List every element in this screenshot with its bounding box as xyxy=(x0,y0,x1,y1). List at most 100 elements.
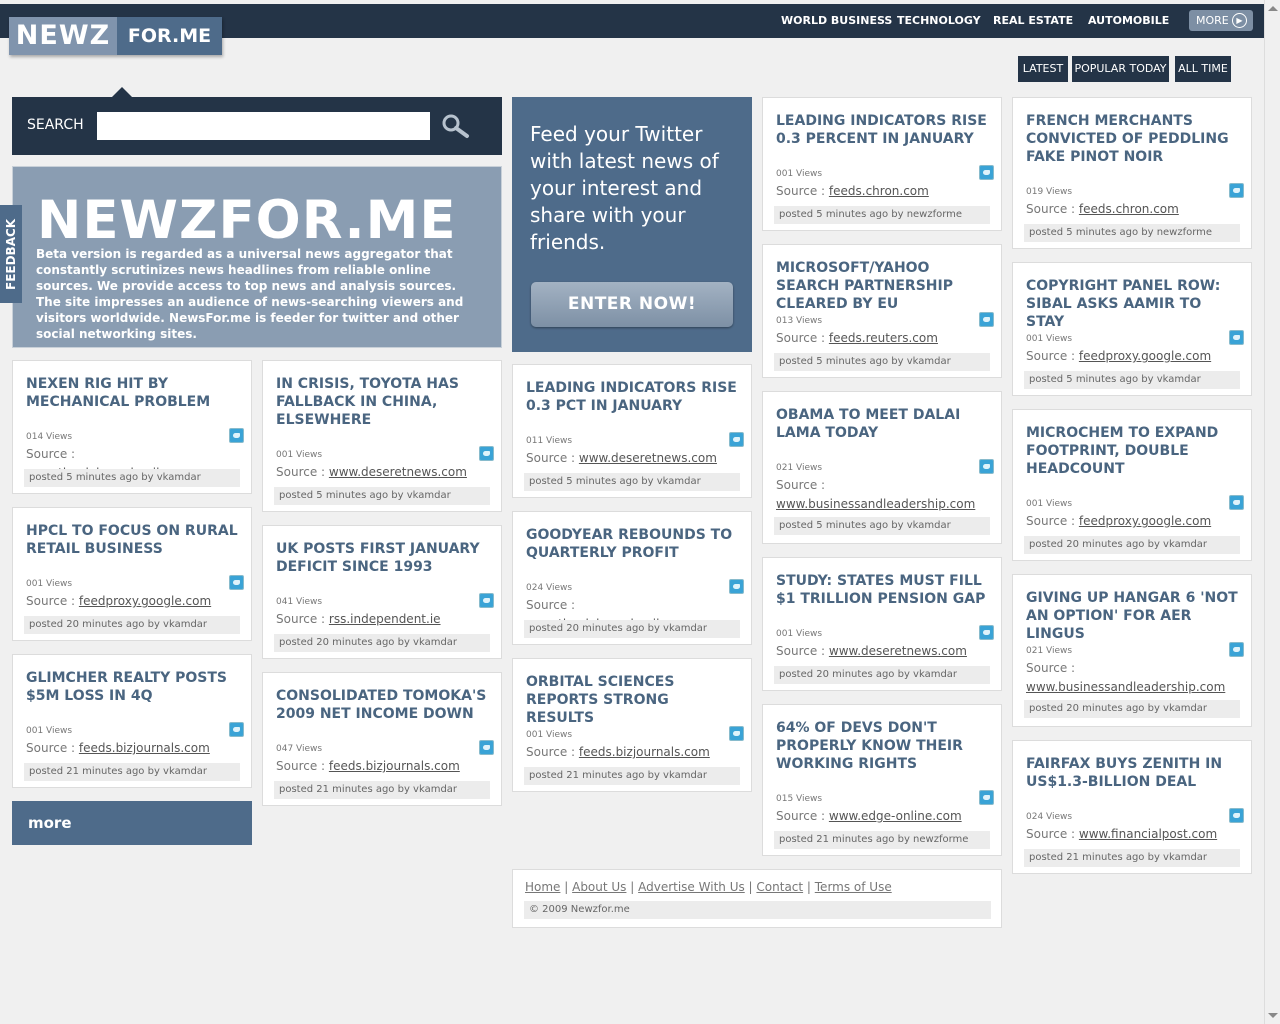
source-link[interactable]: feedproxy.google.com xyxy=(1079,349,1211,363)
news-title[interactable]: COPYRIGHT PANEL ROW: SIBAL ASKS AAMIR TO… xyxy=(1026,277,1238,331)
news-card: HPCL TO FOCUS ON RURAL RETAIL BUSINESS 00… xyxy=(12,507,252,641)
source-link[interactable]: feedproxy.google.com xyxy=(79,594,211,608)
news-title[interactable]: 64% OF DEVS DON'T PROPERLY KNOW THEIR WO… xyxy=(776,719,988,773)
source-link[interactable]: rss.independent.ie xyxy=(329,612,441,626)
view-count: 015 Views xyxy=(776,794,823,804)
twitter-share-icon[interactable] xyxy=(979,312,994,327)
source-link[interactable]: www.businessandleadership.com xyxy=(1026,680,1225,694)
scroll-down-icon[interactable] xyxy=(1268,1013,1278,1018)
site-logo[interactable]: NEWZ FOR.ME xyxy=(9,17,222,55)
view-count: 001 Views xyxy=(276,450,323,460)
view-count: 041 Views xyxy=(276,597,323,607)
posted-info: posted 5 minutes ago by vkamdar xyxy=(774,517,990,535)
source-link[interactable]: www.businessandleadership.com xyxy=(776,497,975,511)
news-title[interactable]: LEADING INDICATORS RISE 0.3 PCT IN JANUA… xyxy=(526,379,738,415)
vertical-scrollbar[interactable] xyxy=(1264,0,1280,1024)
view-count: 024 Views xyxy=(526,583,573,593)
news-title[interactable]: GOODYEAR REBOUNDS TO QUARTERLY PROFIT xyxy=(526,526,738,562)
filter-latest[interactable]: LATEST xyxy=(1018,56,1068,82)
footer-link-contact[interactable]: Contact xyxy=(756,880,803,894)
twitter-share-icon[interactable] xyxy=(1229,642,1244,657)
nav-more-button[interactable]: MORE ▶ xyxy=(1189,10,1253,31)
source-link[interactable]: feeds.bizjournals.com xyxy=(79,741,210,755)
source-link[interactable]: www.financialpost.com xyxy=(1079,827,1217,841)
twitter-share-icon[interactable] xyxy=(729,432,744,447)
source-link[interactable]: www.deseretnews.com xyxy=(829,644,967,658)
source-link[interactable]: feeds.reuters.com xyxy=(829,331,938,345)
news-title[interactable]: FAIRFAX BUYS ZENITH IN US$1.3-BILLION DE… xyxy=(1026,755,1238,791)
twitter-share-icon[interactable] xyxy=(479,593,494,608)
news-title[interactable]: STUDY: STATES MUST FILL $1 TRILLION PENS… xyxy=(776,572,988,608)
more-button[interactable]: more xyxy=(12,801,252,845)
twitter-share-icon[interactable] xyxy=(979,459,994,474)
twitter-share-icon[interactable] xyxy=(979,790,994,805)
nav-technology[interactable]: TECHNOLOGY xyxy=(897,4,981,38)
logo-part-forme: FOR.ME xyxy=(117,17,222,55)
posted-info: posted 20 minutes ago by vkamdar xyxy=(24,616,240,634)
twitter-share-icon[interactable] xyxy=(479,446,494,461)
news-title[interactable]: MICROCHEM TO EXPAND FOOTPRINT, DOUBLE HE… xyxy=(1026,424,1238,478)
footer-link-about-us[interactable]: About Us xyxy=(572,880,626,894)
twitter-share-icon[interactable] xyxy=(1229,808,1244,823)
news-title[interactable]: GIVING UP HANGAR 6 'NOT AN OPTION' FOR A… xyxy=(1026,589,1238,643)
twitter-share-icon[interactable] xyxy=(229,722,244,737)
news-card: ORBITAL SCIENCES REPORTS STRONG RESULTS 0… xyxy=(512,658,752,792)
footer-link-advertise[interactable]: Advertise With Us xyxy=(638,880,745,894)
twitter-share-icon[interactable] xyxy=(1229,183,1244,198)
news-title[interactable]: LEADING INDICATORS RISE 0.3 PERCENT IN J… xyxy=(776,112,988,148)
source-link[interactable]: www.edge-online.com xyxy=(829,809,962,823)
news-title[interactable]: CONSOLIDATED TOMOKA'S 2009 NET INCOME DO… xyxy=(276,687,488,723)
search-icon[interactable] xyxy=(440,113,470,139)
twitter-share-icon[interactable] xyxy=(1229,330,1244,345)
source-prefix: Source : xyxy=(26,594,79,608)
posted-info: posted 21 minutes ago by vkamdar xyxy=(1024,849,1240,867)
news-title[interactable]: MICROSOFT/YAHOO SEARCH PARTNERSHIP CLEAR… xyxy=(776,259,988,313)
news-card: UK POSTS FIRST JANUARY DEFICIT SINCE 199… xyxy=(262,525,502,659)
news-title[interactable]: HPCL TO FOCUS ON RURAL RETAIL BUSINESS xyxy=(26,522,238,558)
news-card: MICROSOFT/YAHOO SEARCH PARTNERSHIP CLEAR… xyxy=(762,244,1002,378)
intro-panel: NEWZFOR.ME Beta version is regarded as a… xyxy=(12,166,502,348)
nav-automobile[interactable]: AUTOMOBILE xyxy=(1088,4,1169,38)
twitter-share-icon[interactable] xyxy=(979,165,994,180)
news-title[interactable]: ORBITAL SCIENCES REPORTS STRONG RESULTS xyxy=(526,673,738,727)
news-title[interactable]: GLIMCHER REALTY POSTS $5M LOSS IN 4Q xyxy=(26,669,238,705)
twitter-share-icon[interactable] xyxy=(1229,495,1244,510)
view-count: 001 Views xyxy=(1026,334,1073,344)
news-title[interactable]: OBAMA TO MEET DALAI LAMA TODAY xyxy=(776,406,988,442)
twitter-share-icon[interactable] xyxy=(479,740,494,755)
feedback-tab[interactable]: FEEDBACK xyxy=(0,205,22,303)
twitter-share-icon[interactable] xyxy=(229,575,244,590)
footer-link-home[interactable]: Home xyxy=(525,880,560,894)
footer-link-terms[interactable]: Terms of Use xyxy=(815,880,892,894)
twitter-share-icon[interactable] xyxy=(229,428,244,443)
news-title[interactable]: IN CRISIS, TOYOTA HAS FALLBACK IN CHINA,… xyxy=(276,375,488,429)
source-link[interactable]: feeds.bizjournals.com xyxy=(579,745,710,759)
posted-info: posted 20 minutes ago by vkamdar xyxy=(774,666,990,684)
scroll-up-icon[interactable] xyxy=(1268,6,1278,11)
twitter-share-icon[interactable] xyxy=(729,726,744,741)
nav-world-business[interactable]: WORLD BUSINESS xyxy=(781,4,892,38)
enter-now-button[interactable]: ENTER NOW! xyxy=(531,282,733,327)
twitter-share-icon[interactable] xyxy=(979,625,994,640)
source-link[interactable]: feeds.bizjournals.com xyxy=(329,759,460,773)
source-link[interactable]: feedproxy.google.com xyxy=(1079,514,1211,528)
news-source: Source : www.businessandleadership.com xyxy=(776,476,991,514)
nav-real-estate[interactable]: REAL ESTATE xyxy=(993,4,1073,38)
twitter-share-icon[interactable] xyxy=(729,579,744,594)
intro-description: Beta version is regarded as a universal … xyxy=(36,247,464,341)
filter-popular-today[interactable]: POPULAR TODAY xyxy=(1072,56,1169,82)
source-link[interactable]: www.deseretnews.com xyxy=(329,465,467,479)
news-title[interactable]: NEXEN RIG HIT BY MECHANICAL PROBLEM xyxy=(26,375,238,411)
source-link[interactable]: feeds.chron.com xyxy=(1079,202,1179,216)
source-prefix: Source : xyxy=(276,612,329,626)
news-title[interactable]: UK POSTS FIRST JANUARY DEFICIT SINCE 199… xyxy=(276,540,488,576)
promo-text: Feed your Twitter with latest news of yo… xyxy=(530,122,719,254)
search-label: SEARCH xyxy=(27,117,84,133)
source-link[interactable]: www.deseretnews.com xyxy=(579,451,717,465)
search-input[interactable] xyxy=(97,112,430,140)
news-card: OBAMA TO MEET DALAI LAMA TODAY 021 Views S… xyxy=(762,391,1002,544)
source-link[interactable]: feeds.chron.com xyxy=(829,184,929,198)
footer: Home | About Us | Advertise With Us | Co… xyxy=(512,869,1002,928)
news-title[interactable]: FRENCH MERCHANTS CONVICTED OF PEDDLING F… xyxy=(1026,112,1238,166)
filter-all-time[interactable]: ALL TIME xyxy=(1175,56,1231,82)
